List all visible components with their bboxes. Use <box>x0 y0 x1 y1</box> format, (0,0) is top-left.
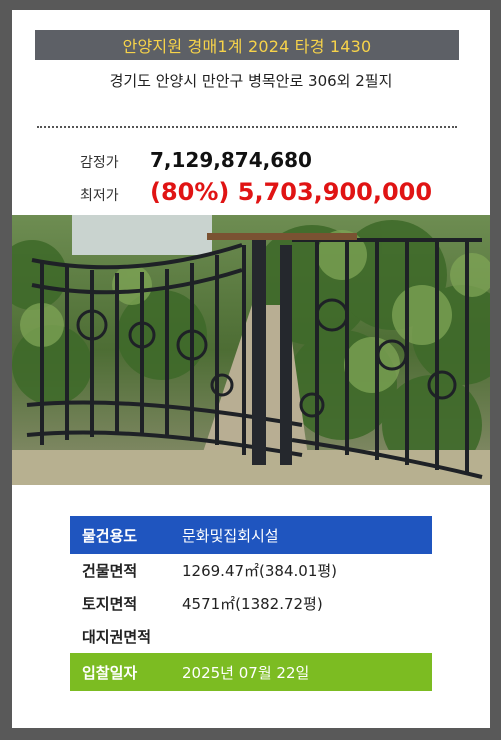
property-photo <box>12 215 490 485</box>
minimum-price-label: 최저가 <box>80 188 119 204</box>
appraisal-row: 감정가 7,129,874,680 <box>80 148 312 172</box>
case-title-text: 안양지원 경매1계 2024 타경 1430 <box>122 37 372 56</box>
bid-date-value: 2025년 07월 22일 <box>182 663 310 682</box>
minimum-price-row: 최저가 (80%) 5,703,900,000 <box>80 178 432 206</box>
usage-row: 물건용도 문화및집회시설 <box>70 516 432 554</box>
appraisal-value: 7,129,874,680 <box>150 148 312 172</box>
land-area-row: 토지면적 4571㎡(1382.72평) <box>70 587 432 620</box>
property-details: 물건용도 문화및집회시설 건물면적 1269.47㎡(384.01평) 토지면적… <box>70 516 432 691</box>
usage-value: 문화및집회시설 <box>182 526 279 545</box>
land-right-area-label: 대지권면적 <box>82 628 152 646</box>
property-address: 경기도 안양시 만안구 병목안로 306외 2필지 <box>109 72 393 90</box>
land-area-value: 4571㎡(1382.72평) <box>182 595 323 613</box>
bid-date-row: 입찰일자 2025년 07월 22일 <box>70 653 432 691</box>
bid-date-label: 입찰일자 <box>82 663 138 682</box>
land-area-label: 토지면적 <box>82 595 138 613</box>
appraisal-label: 감정가 <box>80 155 119 171</box>
building-area-row: 건물면적 1269.47㎡(384.01평) <box>70 554 432 587</box>
land-right-area-row: 대지권면적 <box>70 620 432 653</box>
listing-card: 안양지원 경매1계 2024 타경 1430 경기도 안양시 만안구 병목안로 … <box>12 10 490 728</box>
building-area-label: 건물면적 <box>82 562 138 580</box>
minimum-price-value: (80%) 5,703,900,000 <box>150 178 433 206</box>
building-area-value: 1269.47㎡(384.01평) <box>182 562 338 580</box>
dotted-divider <box>37 126 457 128</box>
usage-label: 물건용도 <box>82 526 138 545</box>
case-title: 안양지원 경매1계 2024 타경 1430 <box>35 30 459 60</box>
